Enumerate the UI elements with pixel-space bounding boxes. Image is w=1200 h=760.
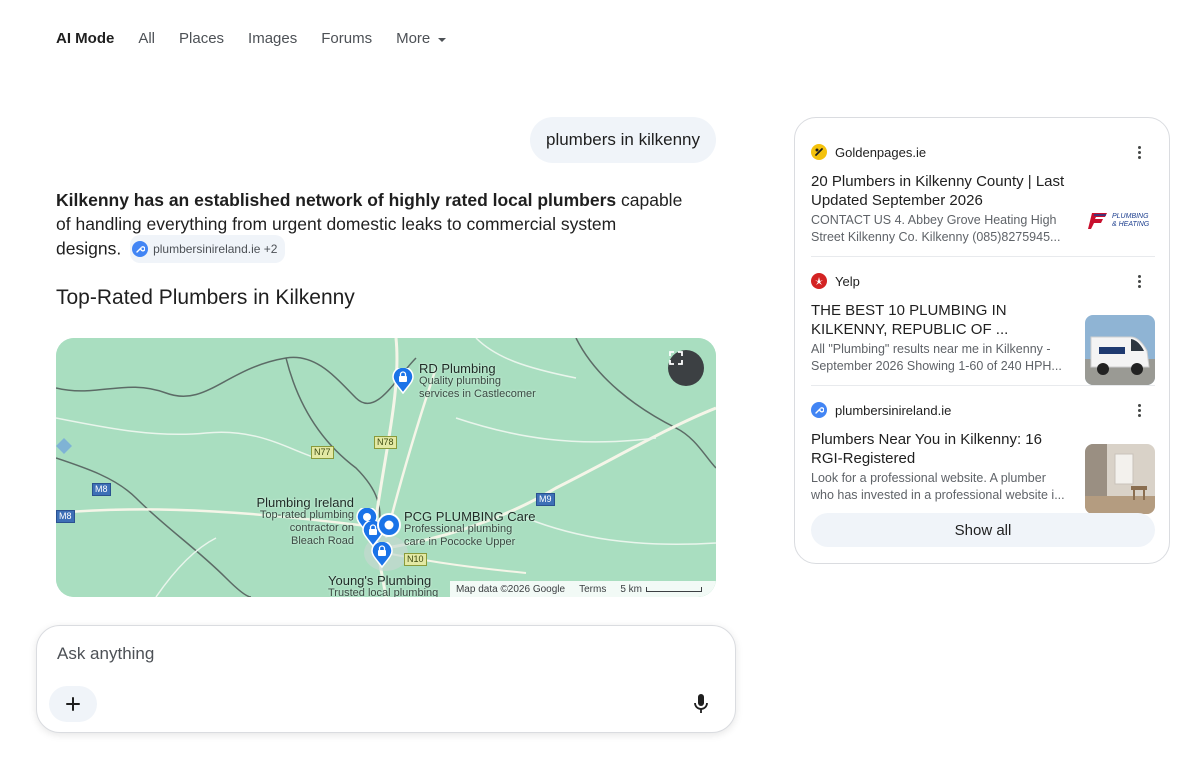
place-desc: contractor on bbox=[289, 522, 354, 534]
add-attachment-button[interactable] bbox=[49, 686, 97, 722]
source-thumbnail[interactable]: PLUMBING & HEATING bbox=[1085, 186, 1155, 256]
section-heading: Top-Rated Plumbers in Kilkenny bbox=[56, 286, 355, 309]
source-chip-label: plumbersinireland.ie +2 bbox=[153, 242, 278, 256]
map-place-plumbing-ireland[interactable]: Plumbing Ireland Top-rated plumbing cont… bbox=[252, 496, 354, 548]
tab-more-label: More bbox=[396, 30, 431, 47]
search-mode-tabs: AI Mode All Places Images Forums More bbox=[56, 30, 447, 48]
answer-bold-text: Kilkenny has an established network of h… bbox=[56, 190, 617, 210]
source-title[interactable]: 20 Plumbers in Kilkenny County | Last Up… bbox=[811, 172, 1073, 210]
more-options-icon[interactable] bbox=[1131, 273, 1147, 289]
source-chip[interactable]: plumbersinireland.ie +2 bbox=[130, 235, 286, 263]
user-query-bubble: plumbers in kilkenny bbox=[529, 117, 716, 163]
tab-forums[interactable]: Forums bbox=[321, 30, 372, 48]
source-site-name: Yelp bbox=[835, 273, 860, 289]
road-label-m9: M9 bbox=[536, 493, 555, 506]
road-label-n78: N78 bbox=[374, 436, 397, 449]
ask-input[interactable] bbox=[57, 644, 657, 664]
place-desc: Trusted local plumbing bbox=[328, 587, 439, 597]
show-all-button[interactable]: Show all bbox=[811, 513, 1155, 547]
place-desc: Top-rated plumbing bbox=[259, 509, 354, 521]
source-snippet: All "Plumbing" results near me in Kilken… bbox=[811, 342, 1062, 373]
place-desc: Professional plumbing bbox=[404, 523, 513, 535]
place-desc: services in Castlecomer bbox=[419, 388, 536, 400]
wrench-icon bbox=[132, 241, 149, 257]
source-snippet: Look for a professional website. A plumb… bbox=[811, 471, 1065, 502]
more-options-icon[interactable] bbox=[1131, 144, 1147, 160]
expand-icon bbox=[669, 351, 683, 365]
place-name: Young's Plumbing bbox=[328, 573, 432, 588]
map-scale-label: 5 km bbox=[620, 583, 642, 595]
map-place-pcg-plumbing[interactable]: PCG PLUMBING Care Professional plumbing … bbox=[404, 510, 535, 549]
microphone-icon bbox=[694, 694, 708, 713]
map-footer: Map data ©2026 Google Terms 5 km bbox=[449, 581, 716, 597]
bathroom-photo-icon bbox=[1085, 444, 1155, 514]
road-label-m8: M8 bbox=[92, 483, 111, 496]
source-card[interactable]: Goldenpages.ie 20 Plumbers in Kilkenny C… bbox=[811, 142, 1155, 256]
map-place-youngs-plumbing[interactable]: Young's Plumbing Trusted local plumbing bbox=[328, 574, 438, 597]
plus-icon bbox=[66, 697, 80, 711]
van-photo-icon bbox=[1085, 315, 1155, 385]
place-desc: care in Pococke Upper bbox=[404, 536, 516, 548]
source-header: Yelp bbox=[811, 271, 1155, 291]
source-site-name: Goldenpages.ie bbox=[835, 144, 927, 160]
road-label-n10: N10 bbox=[404, 553, 427, 566]
tab-places[interactable]: Places bbox=[179, 30, 224, 48]
source-card[interactable]: plumbersinireland.ie Plumbers Near You i… bbox=[811, 400, 1155, 514]
place-desc: Quality plumbing bbox=[419, 375, 501, 387]
map-attribution: Map data ©2026 Google bbox=[455, 583, 566, 595]
yelp-favicon-icon bbox=[811, 273, 827, 289]
map-pin-icon[interactable] bbox=[392, 368, 414, 394]
tab-all[interactable]: All bbox=[138, 30, 155, 48]
map-place-rd-plumbing[interactable]: RD Plumbing Quality plumbing services in… bbox=[419, 362, 536, 401]
scale-bar bbox=[646, 586, 702, 592]
sources-panel: Goldenpages.ie 20 Plumbers in Kilkenny C… bbox=[794, 117, 1170, 564]
tab-ai-mode[interactable]: AI Mode bbox=[56, 30, 114, 48]
source-card[interactable]: Yelp THE BEST 10 PLUMBING IN KILKENNY, R… bbox=[811, 271, 1155, 385]
road-label-m8-south: M8 bbox=[56, 510, 75, 523]
map-pin-icon[interactable] bbox=[371, 542, 393, 568]
ai-answer-text: Kilkenny has an established network of h… bbox=[56, 188, 686, 264]
goldenpages-favicon-icon bbox=[811, 144, 827, 160]
source-thumbnail[interactable] bbox=[1085, 444, 1155, 514]
map-expand-button[interactable] bbox=[668, 350, 704, 386]
road-label-n77: N77 bbox=[311, 446, 334, 459]
source-header: Goldenpages.ie bbox=[811, 142, 1155, 162]
ask-box bbox=[36, 625, 736, 733]
place-name: PCG PLUMBING Care bbox=[404, 509, 536, 524]
thumbnail-logo-text: PLUMBING & HEATING bbox=[1112, 213, 1150, 228]
source-thumbnail[interactable] bbox=[1085, 315, 1155, 385]
divider bbox=[811, 256, 1155, 257]
source-title[interactable]: Plumbers Near You in Kilkenny: 16 RGI-Re… bbox=[811, 430, 1073, 468]
map-pin-selected-icon[interactable] bbox=[376, 512, 402, 540]
wrench-icon bbox=[811, 402, 827, 418]
source-snippet: CONTACT US 4. Abbey Grove Heating High S… bbox=[811, 213, 1061, 244]
source-header: plumbersinireland.ie bbox=[811, 400, 1155, 420]
map-terms-link[interactable]: Terms bbox=[579, 584, 606, 595]
map-scale: 5 km bbox=[620, 584, 702, 595]
tab-images[interactable]: Images bbox=[248, 30, 297, 48]
tab-more[interactable]: More bbox=[396, 30, 447, 48]
divider bbox=[811, 385, 1155, 386]
source-title[interactable]: THE BEST 10 PLUMBING IN KILKENNY, REPUBL… bbox=[811, 301, 1073, 339]
map[interactable]: N77 N78 M8 M8 M9 N10 RD Plumbing Quality… bbox=[56, 338, 716, 597]
place-name: Plumbing Ireland bbox=[256, 495, 354, 510]
place-name: RD Plumbing bbox=[419, 361, 496, 376]
voice-input-button[interactable] bbox=[687, 690, 715, 718]
source-site-name: plumbersinireland.ie bbox=[835, 402, 952, 418]
place-desc: Bleach Road bbox=[291, 535, 354, 547]
caret-down-icon bbox=[438, 38, 447, 42]
plumbing-logo-icon bbox=[1088, 213, 1107, 229]
more-options-icon[interactable] bbox=[1131, 402, 1147, 418]
